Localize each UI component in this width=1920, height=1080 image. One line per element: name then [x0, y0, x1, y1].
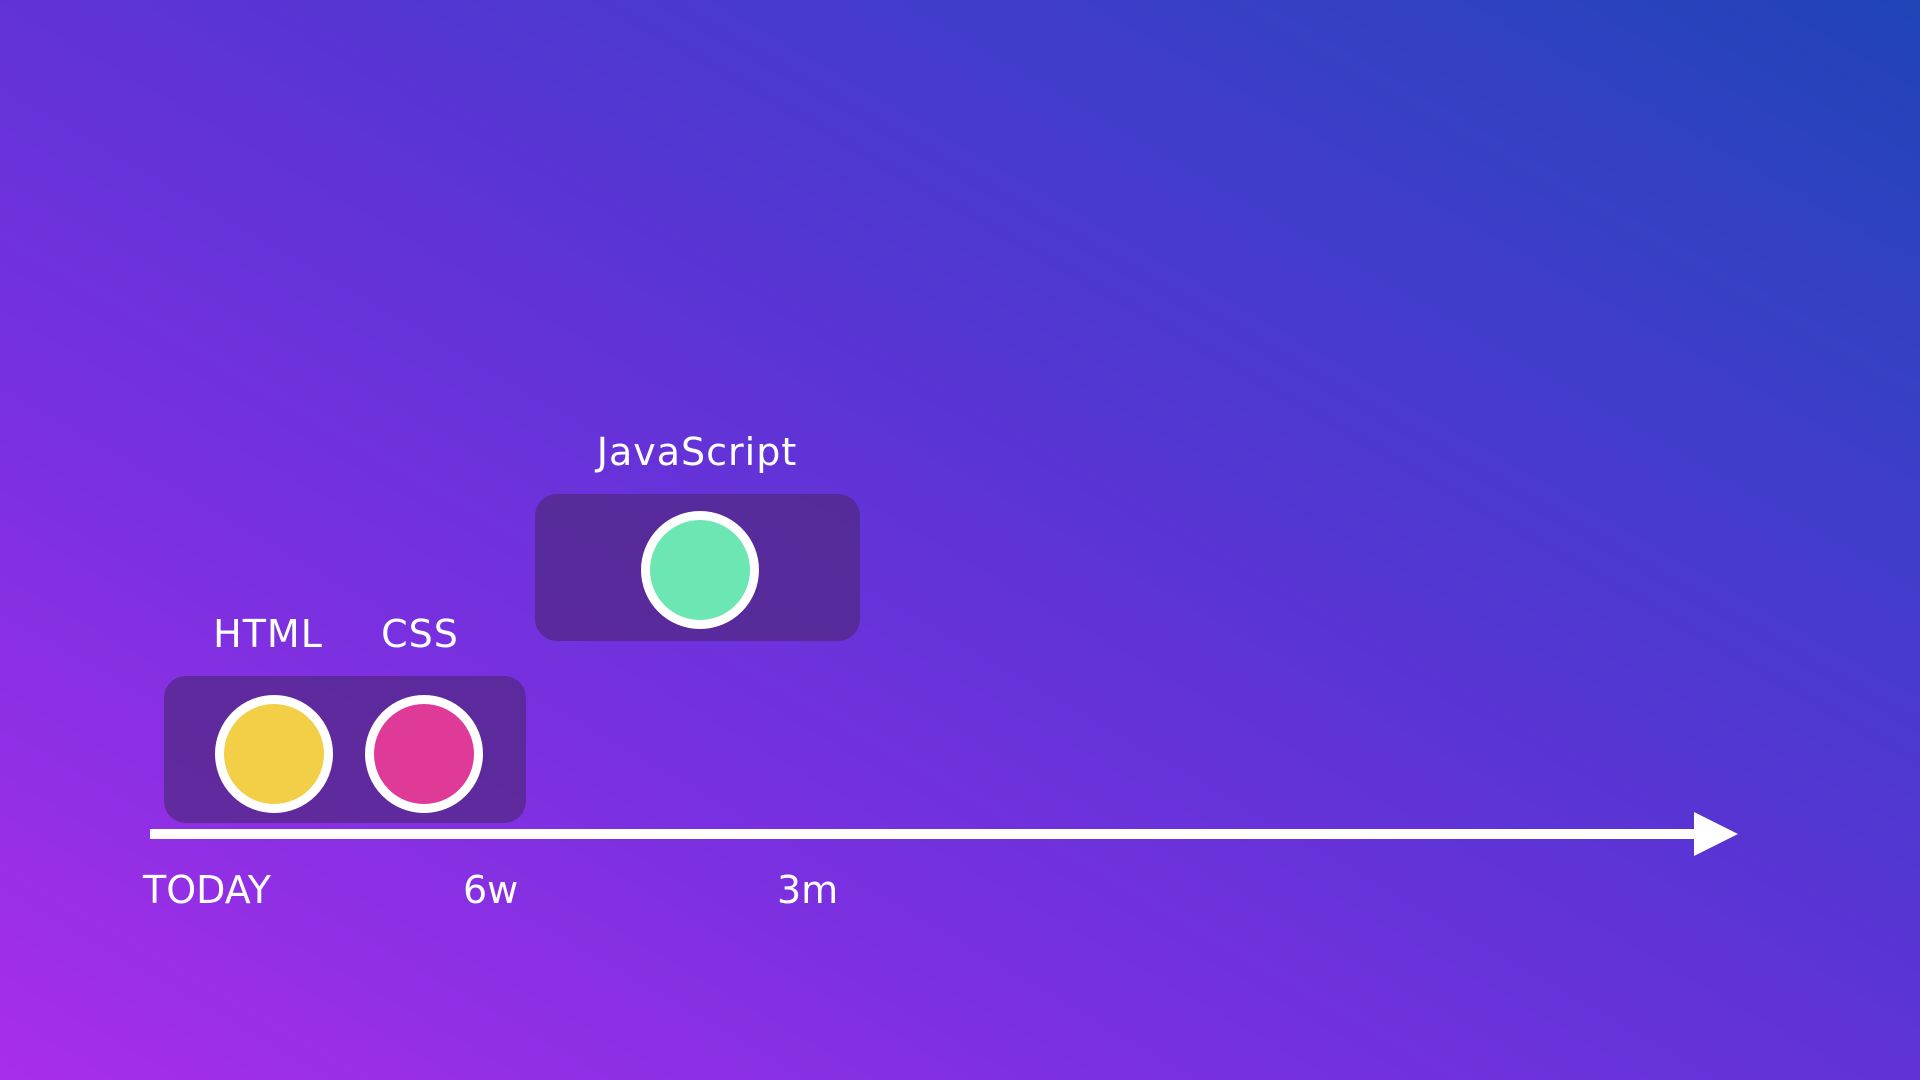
timeline-axis-line [150, 829, 1698, 839]
milestone-dot-html [215, 695, 333, 813]
tick-label-6w: 6w [463, 868, 519, 912]
tick-label-today: TODAY [143, 868, 271, 912]
milestone-dot-css [365, 695, 483, 813]
tick-label-3m: 3m [777, 868, 839, 912]
milestone-label-css: CSS [381, 612, 459, 656]
milestone-dot-javascript [641, 511, 759, 629]
milestone-label-javascript: JavaScript [596, 430, 798, 474]
milestone-label-html: HTML [213, 612, 323, 656]
timeline-arrowhead [1694, 812, 1738, 856]
timeline-diagram: HTML CSS JavaScript TODAY 6w 3m [0, 0, 1920, 1080]
